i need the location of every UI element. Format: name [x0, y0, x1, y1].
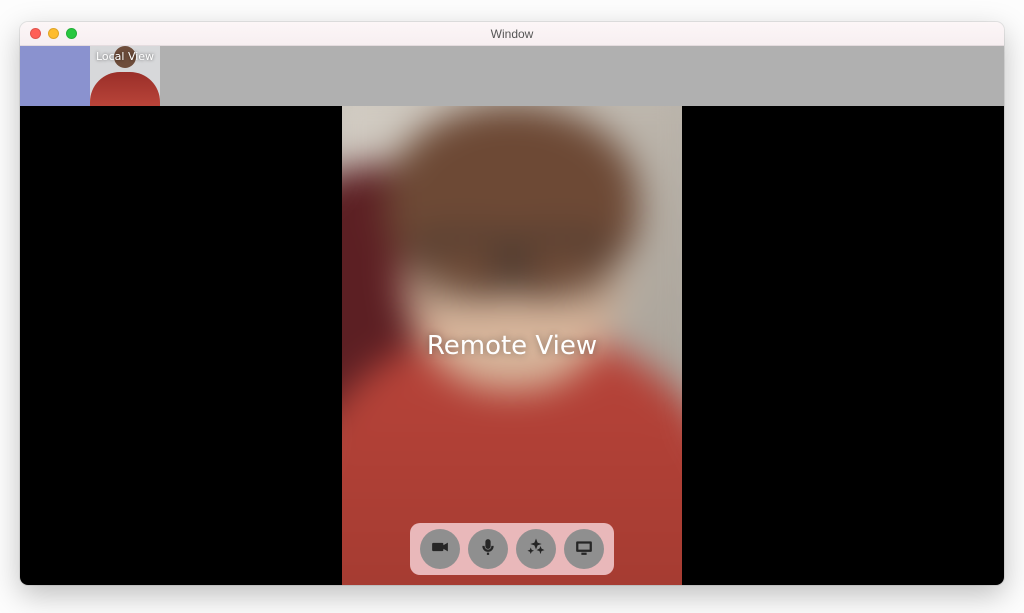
- effects-button[interactable]: [516, 529, 556, 569]
- video-area: Remote View: [20, 106, 1004, 585]
- participant-tile-placeholder[interactable]: [20, 46, 90, 106]
- effects-icon: [527, 538, 545, 561]
- local-view-label: Local View: [90, 50, 160, 63]
- microphone-button[interactable]: [468, 529, 508, 569]
- zoom-window-button[interactable]: [66, 28, 77, 39]
- window-controls: [20, 28, 77, 39]
- app-window: Window Local View: [20, 22, 1004, 585]
- share-screen-button[interactable]: [564, 529, 604, 569]
- share-screen-icon: [575, 538, 593, 561]
- microphone-icon: [479, 538, 497, 561]
- minimize-window-button[interactable]: [48, 28, 59, 39]
- participant-tile-local[interactable]: Local View: [90, 46, 160, 106]
- call-controls-tray: [410, 523, 614, 575]
- remote-video-feed[interactable]: Remote View: [342, 106, 682, 585]
- camera-icon: [431, 538, 449, 561]
- close-window-button[interactable]: [30, 28, 41, 39]
- participants-strip: Local View: [20, 46, 1004, 106]
- title-bar[interactable]: Window: [20, 22, 1004, 46]
- window-title: Window: [20, 27, 1004, 41]
- camera-button[interactable]: [420, 529, 460, 569]
